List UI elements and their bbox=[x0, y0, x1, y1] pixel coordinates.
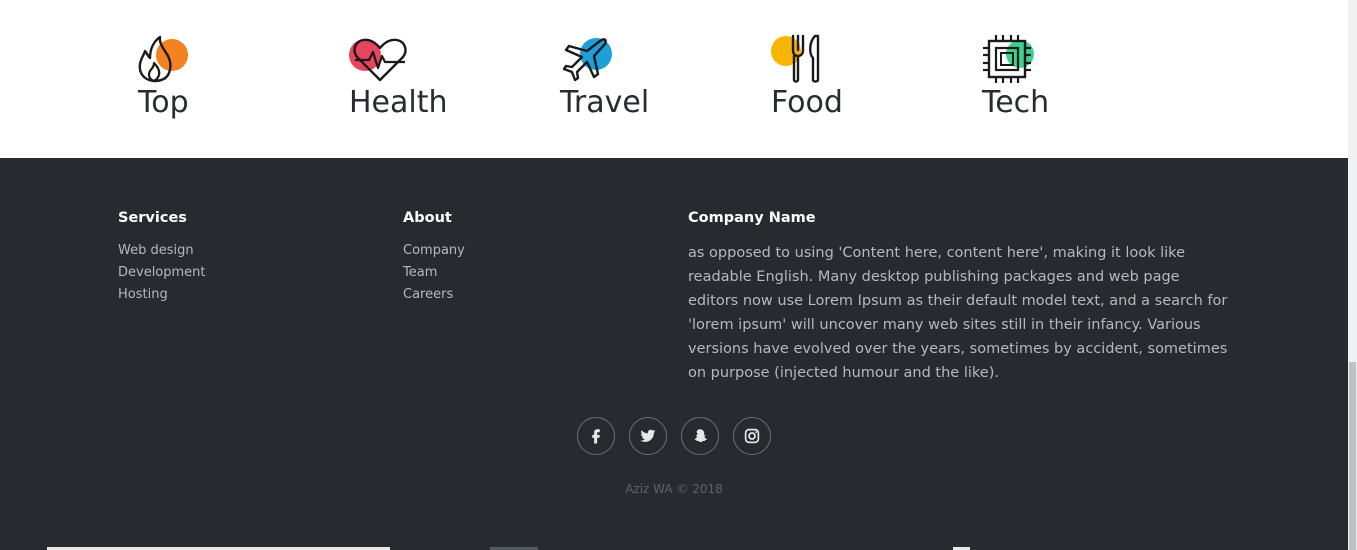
footer-link-development[interactable]: Development bbox=[118, 265, 206, 280]
fork-knife-icon bbox=[771, 34, 820, 83]
category-bar: Top Health Travel Food Tech bbox=[0, 0, 1348, 158]
footer-link-team[interactable]: Team bbox=[403, 265, 437, 280]
instagram-button[interactable] bbox=[733, 417, 771, 455]
snapchat-button[interactable] bbox=[681, 417, 719, 455]
scrollbar[interactable] bbox=[1348, 0, 1357, 550]
copyright: Aziz WA © 2018 bbox=[625, 482, 723, 496]
facebook-icon bbox=[592, 429, 600, 444]
heart-pulse-icon bbox=[349, 38, 407, 82]
category-label: Tech bbox=[982, 85, 1050, 120]
footer-company-title: Company Name bbox=[688, 210, 816, 226]
category-label: Food bbox=[771, 85, 843, 120]
footer-company-text: as opposed to using 'Content here, conte… bbox=[688, 245, 1228, 381]
scrollbar-thumb[interactable] bbox=[1349, 362, 1356, 550]
category-health[interactable]: Health bbox=[349, 34, 509, 134]
footer-link-web-design[interactable]: Web design bbox=[118, 243, 194, 258]
footer-link-hosting[interactable]: Hosting bbox=[118, 287, 168, 302]
twitter-icon bbox=[640, 429, 656, 442]
category-label: Top bbox=[138, 85, 189, 120]
footer-link-careers[interactable]: Careers bbox=[403, 287, 453, 302]
category-travel[interactable]: Travel bbox=[560, 34, 720, 134]
footer-services: Services Web design Development Hosting bbox=[118, 208, 206, 306]
footer-link-company[interactable]: Company bbox=[403, 243, 465, 258]
footer-services-title: Services bbox=[118, 210, 187, 226]
footer: Services Web design Development Hosting … bbox=[0, 158, 1348, 550]
category-top[interactable]: Top bbox=[138, 34, 298, 134]
snapchat-icon bbox=[694, 429, 708, 443]
category-label: Health bbox=[349, 85, 448, 120]
chip-icon bbox=[983, 35, 1034, 83]
footer-company: Company Name as opposed to using 'Conten… bbox=[688, 208, 1228, 385]
facebook-button[interactable] bbox=[577, 417, 615, 455]
category-tech[interactable]: Tech bbox=[982, 34, 1142, 134]
instagram-icon bbox=[744, 428, 760, 444]
category-food[interactable]: Food bbox=[771, 34, 931, 134]
footer-about: About Company Team Careers bbox=[403, 208, 465, 306]
flame-icon bbox=[138, 35, 188, 83]
airplane-icon bbox=[562, 38, 612, 82]
category-label: Travel bbox=[560, 85, 650, 120]
footer-about-title: About bbox=[403, 210, 452, 226]
twitter-button[interactable] bbox=[629, 417, 667, 455]
